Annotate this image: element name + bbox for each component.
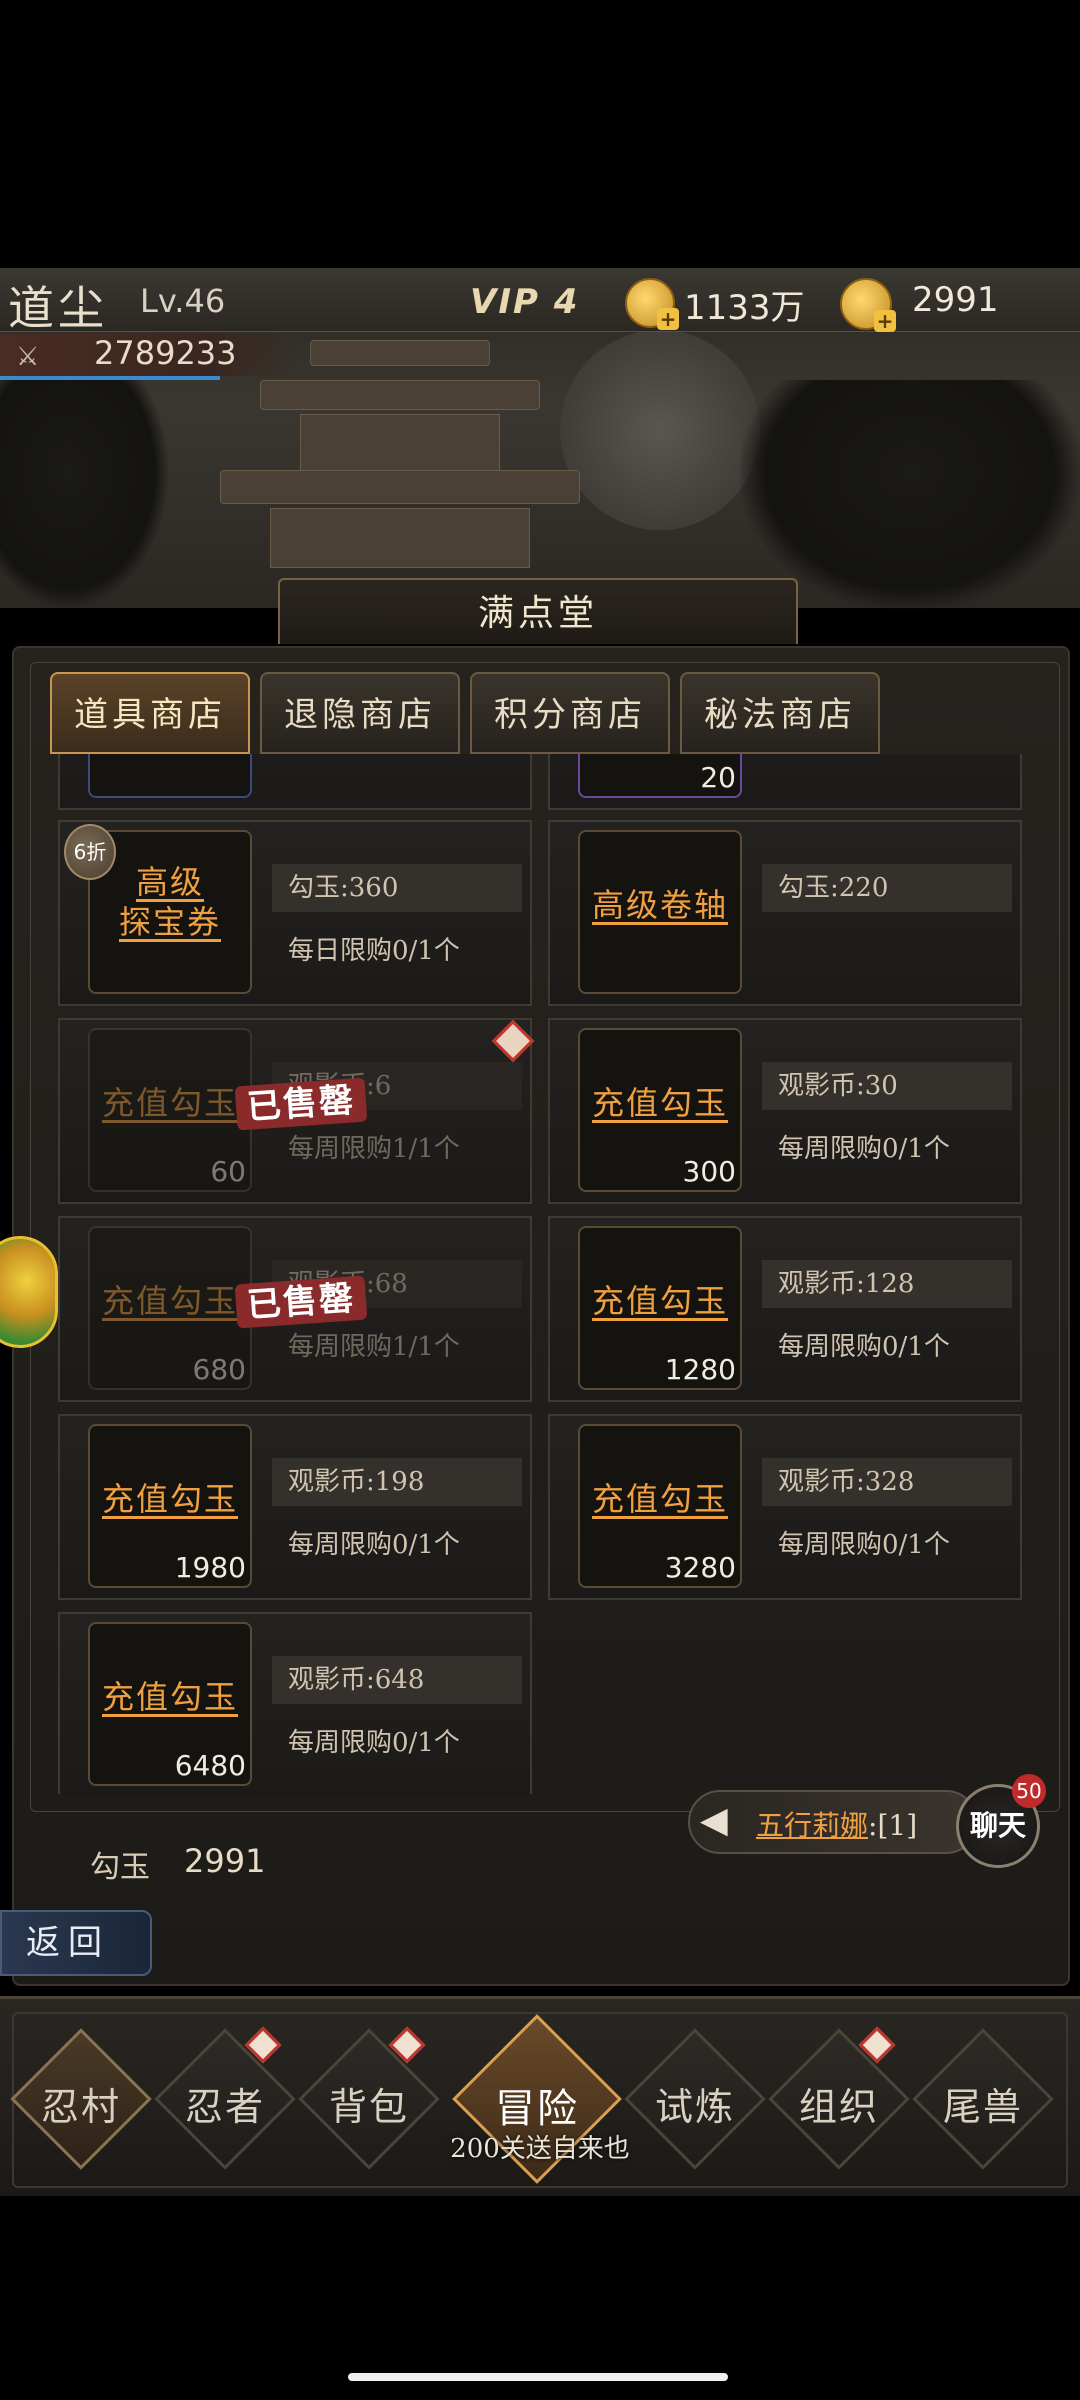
item-name: 充值勾玉 [101,1480,238,1518]
shop-item-list[interactable]: 20 高级 探宝券 6折 勾玉:360 每日限购0/1个 高级卷轴 勾玉:220 … [54,754,1022,1794]
item-count: 6480 [174,1749,246,1782]
nav-label: 背包 [328,2085,409,2129]
item-limit: 每日限购0/1个 [288,936,460,966]
item-slot [88,754,252,798]
shop-title: 满点堂 [477,593,598,634]
item-slot: 充值勾玉 1980 [88,1424,252,1588]
item-price: 勾玉:360 [272,864,522,912]
shop-item-card[interactable]: 高级 探宝券 6折 勾玉:360 每日限购0/1个 [58,820,532,1006]
item-slot: 充值勾玉 1280 [578,1226,742,1390]
event-avatar-icon[interactable] [0,1236,58,1348]
nav-label: 忍村 [40,2085,121,2129]
shop-item-card[interactable]: 充值勾玉 1980 观影币:198 每周限购0/1个 [58,1414,532,1600]
item-slot: 充值勾玉 3280 [578,1424,742,1588]
shop-item-card[interactable]: 充值勾玉 680 观影币:68 每周限购1/1个 已售罄 [58,1216,532,1402]
adventure-subtitle: 200关送自来也 [450,2134,630,2164]
item-name: 充值勾玉 [101,1084,238,1122]
tree-right-decoration [740,380,1080,610]
item-limit: 每周限购0/1个 [778,1332,950,1362]
item-slot: 充值勾玉 60 [88,1028,252,1192]
item-limit: 每周限购0/1个 [778,1134,950,1164]
item-limit: 每周限购0/1个 [288,1530,460,1560]
jade-icon[interactable]: + [840,278,896,332]
item-name: 充值勾玉 [591,1480,728,1518]
item-price: 观影币:30 [762,1062,1012,1110]
nav-label: 冒险 [495,2086,579,2132]
tab-points-shop[interactable]: 积分商店 [470,672,670,754]
chat-message[interactable]: 五行莉娜:[1] [756,1804,917,1844]
item-slot: 高级卷轴 [578,830,742,994]
nav-label: 忍者 [184,2085,265,2129]
player-level: Lv.46 [140,282,226,320]
item-name: 高级 探宝券 [118,863,221,941]
item-count: 1980 [174,1551,246,1584]
item-limit: 每周限购1/1个 [288,1332,460,1362]
sold-out-stamp: 已售罄 [234,1077,368,1131]
shop-item-card[interactable]: 充值勾玉 1280 观影币:128 每周限购0/1个 [548,1216,1022,1402]
item-name: 充值勾玉 [591,1084,728,1122]
nav-village[interactable]: 忍村 [10,2028,152,2170]
item-count: 300 [682,1155,736,1188]
nav-label: 尾兽 [942,2085,1023,2129]
home-indicator[interactable] [348,2373,728,2381]
shop-item-card[interactable]: 充值勾玉 60 观影币:6 每周限购1/1个 已售罄 [58,1018,535,1204]
item-count: 680 [192,1353,246,1386]
item-price: 勾玉:220 [762,864,1012,912]
nav-tailed-beast[interactable]: 尾兽 [912,2028,1054,2170]
tree-left-decoration [0,380,170,610]
item-slot: 充值勾玉 300 [578,1028,742,1192]
nav-organization[interactable]: 组织 [768,2026,910,2170]
vip-badge[interactable]: VIP 4 [470,282,579,322]
nav-label: 组织 [798,2085,879,2129]
item-count: 60 [210,1155,246,1188]
shop-item-card[interactable]: 充值勾玉 3280 观影币:328 每周限购0/1个 [548,1414,1022,1600]
shop-item-card[interactable]: 高级卷轴 勾玉:220 [548,820,1022,1006]
item-limit: 每周限购0/1个 [778,1530,950,1560]
tab-secret-shop[interactable]: 秘法商店 [680,672,880,754]
item-slot: 充值勾玉 680 [88,1226,252,1390]
item-count: 1280 [664,1353,736,1386]
coin-amount: 1133万 [684,288,805,328]
jade-amount: 2991 [912,280,999,320]
item-price: 观影币:198 [272,1458,522,1506]
item-price: 观影币:128 [762,1260,1012,1308]
item-name: 充值勾玉 [101,1282,238,1320]
item-limit: 每周限购1/1个 [288,1134,460,1164]
currency-value: 2991 [184,1842,266,1880]
shop-item-card[interactable]: 充值勾玉 6480 观影币:648 每周限购0/1个 [58,1612,532,1794]
crossed-swords-icon: ⚔ [16,342,40,372]
sold-out-stamp: 已售罄 [234,1275,368,1329]
item-limit: 每周限购0/1个 [288,1728,460,1758]
shop-item-card[interactable]: 充值勾玉 300 观影币:30 每周限购0/1个 [548,1018,1022,1204]
shop-item-card-partial[interactable]: 20 [548,754,1022,810]
item-name: 充值勾玉 [101,1678,238,1716]
item-name: 高级卷轴 [591,886,728,924]
back-button[interactable]: 返回 [0,1910,152,1976]
item-slot: 充值勾玉 6480 [88,1622,252,1786]
chevron-left-icon[interactable]: ◀ [700,1800,728,1841]
item-count: 20 [700,761,736,794]
nav-ninja[interactable]: 忍者 [154,2026,296,2170]
chat-unread-badge: 50 [1012,1774,1046,1808]
item-price: 观影币:648 [272,1656,522,1704]
item-price: 观影币:328 [762,1458,1012,1506]
player-name[interactable]: 道尘 [8,272,108,338]
shop-item-card-partial[interactable] [58,754,532,810]
item-slot: 20 [578,754,742,798]
red-dot-badge [491,1019,535,1063]
item-name: 充值勾玉 [591,1282,728,1320]
power-underline [0,376,220,380]
discount-badge: 6折 [64,824,116,880]
currency-label: 勾玉 [90,1850,150,1885]
tab-retire-shop[interactable]: 退隐商店 [260,672,460,754]
chat-sender[interactable]: 五行莉娜 [756,1809,868,1842]
coin-icon[interactable]: + [625,278,679,330]
combat-power: 2789233 [94,334,237,372]
tab-item-shop[interactable]: 道具商店 [50,672,250,754]
chat-content: :[1] [868,1809,918,1842]
nav-label: 试炼 [654,2085,735,2129]
item-count: 3280 [664,1551,736,1584]
